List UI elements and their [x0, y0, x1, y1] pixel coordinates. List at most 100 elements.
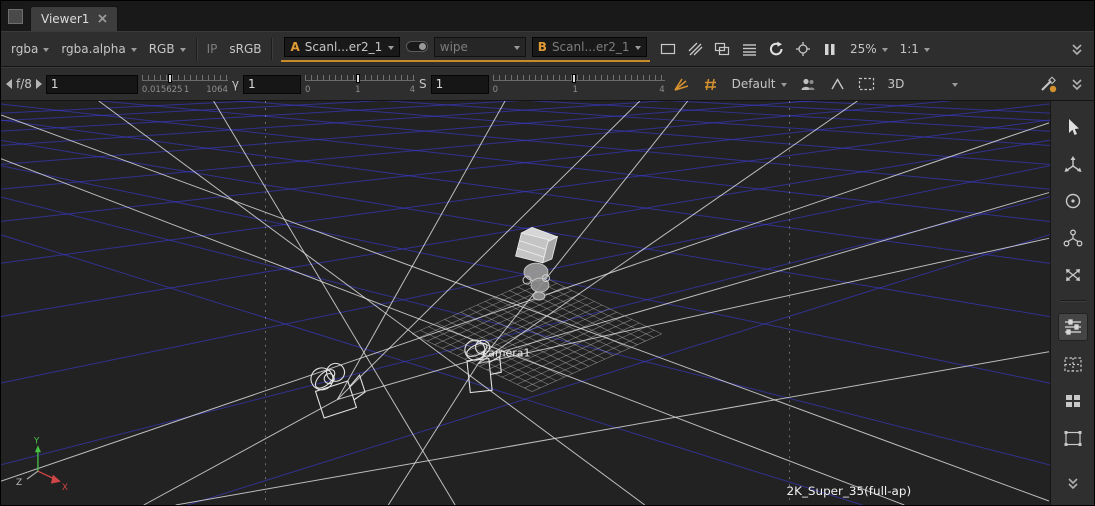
slider-min: 0 [493, 85, 498, 95]
pause-icon[interactable] [818, 37, 843, 62]
slider-labels: 0 1 4 [493, 85, 665, 95]
gain-slider[interactable]: 0.015625 1 1064 [142, 71, 228, 97]
axis-x-label: X [62, 483, 68, 493]
layer-dropdown[interactable]: rgba [6, 40, 54, 58]
slider-min: 0.015625 [142, 85, 183, 95]
tab-bar: Viewer1 [1, 1, 1094, 31]
gamma-input[interactable] [243, 75, 301, 94]
slider-handle[interactable] [356, 74, 360, 83]
roll-tool-icon[interactable] [1058, 187, 1088, 215]
panel-icon[interactable] [8, 9, 23, 24]
wipe-mode-dropdown[interactable]: wipe [434, 37, 526, 57]
refresh-icon[interactable] [764, 37, 789, 62]
viewer-process-dropdown[interactable]: sRGB [224, 40, 266, 58]
slider-max: 1064 [206, 85, 228, 95]
monitor-out-icon[interactable] [710, 37, 735, 62]
zoom-tool-icon[interactable] [1058, 261, 1088, 289]
frustum-rays [1, 101, 1049, 505]
fstop-label: f/8 [16, 77, 32, 91]
viewer-toolbar-top: rgba rgba.alpha RGB IP sRGB A Scanl...er… [1, 31, 1094, 67]
main-area: camera1 2K_Super_35(full-ap) Y X Z [1, 101, 1094, 505]
slider-max: 4 [410, 85, 415, 95]
tumble-tool-icon[interactable] [1058, 150, 1088, 178]
proxy-toggle-icon[interactable] [683, 37, 708, 62]
tab-close-icon[interactable] [98, 12, 107, 26]
layout-grid-icon[interactable] [1058, 350, 1088, 378]
pointer-tool-icon[interactable] [1058, 113, 1088, 141]
toggle-knob [419, 43, 426, 50]
alpha-dropdown[interactable]: rgba.alpha [56, 40, 141, 58]
slider-max: 4 [659, 85, 664, 95]
gain-input[interactable] [46, 75, 138, 94]
slider-track [142, 80, 228, 81]
collapse-chevron-icon[interactable] [1058, 469, 1088, 497]
format-label: 2K_Super_35(full-ap) [787, 484, 912, 498]
viewer-process-label: sRGB [229, 42, 261, 56]
prev-arrow-icon[interactable] [6, 79, 12, 89]
color-sampler-icon[interactable] [1035, 72, 1060, 97]
view-select-dropdown[interactable]: 3D [883, 75, 963, 93]
chevron-down-icon [131, 48, 137, 52]
buffer-b-value: Scanl...er2_1 [552, 40, 630, 54]
saturation-slider[interactable]: 0 1 4 [493, 71, 665, 97]
exposure-sliders-icon[interactable] [1058, 313, 1088, 341]
3d-light-icon[interactable] [669, 72, 694, 97]
tab-label: Viewer1 [41, 12, 89, 26]
gamma-symbol: γ [232, 77, 239, 91]
chevron-down-icon [781, 83, 787, 87]
slider-handle[interactable] [168, 74, 172, 83]
pixel-aspect-dropdown[interactable]: 1:1 [895, 40, 935, 58]
chevron-down-icon [952, 83, 958, 87]
divider [271, 38, 272, 60]
3d-scene[interactable]: camera1 2K_Super_35(full-ap) Y X Z [1, 101, 1050, 505]
gamma-slider[interactable]: 0 1 4 [305, 71, 415, 97]
wave-icon[interactable] [825, 72, 850, 97]
layer-dropdown-label: rgba [11, 42, 38, 56]
axis-z-label: Z [16, 478, 22, 488]
axis-y-label: Y [33, 436, 40, 446]
lut-dropdown[interactable]: Default [727, 75, 792, 93]
next-arrow-icon[interactable] [36, 79, 42, 89]
ab-buffer-group: A Scanl...er2_1 wipe B Scanl...er2_1 [281, 37, 649, 62]
slider-track [493, 80, 665, 81]
view-select-label: 3D [888, 77, 905, 91]
tab-viewer1[interactable]: Viewer1 [30, 6, 118, 31]
saturation-symbol: S [419, 77, 427, 91]
collapse-chevron-icon[interactable] [1064, 37, 1089, 62]
marquee-icon[interactable] [854, 72, 879, 97]
zoom-level-dropdown[interactable]: 25% [845, 40, 893, 58]
buffer-b-dropdown[interactable]: B Scanl...er2_1 [532, 37, 647, 57]
collapse-chevron-icon[interactable] [1064, 72, 1089, 97]
wipe-mode-label: wipe [440, 40, 468, 54]
buffer-a-value: Scanl...er2_1 [305, 40, 383, 54]
quad-view-icon[interactable] [1058, 387, 1088, 415]
saturation-input[interactable] [431, 75, 489, 94]
chevron-down-icon [43, 48, 49, 52]
grid-hash-icon[interactable] [698, 72, 723, 97]
channel-display-dropdown[interactable]: RGB [144, 40, 191, 58]
frame-view-icon[interactable] [1058, 424, 1088, 452]
wipe-toggle[interactable] [406, 41, 428, 52]
buffer-a-letter: A [290, 40, 299, 54]
slider-labels: 0 1 4 [305, 85, 415, 95]
format-box-icon[interactable] [656, 37, 681, 62]
occlusion-people-icon[interactable] [796, 72, 821, 97]
slider-mid: 1 [355, 85, 360, 95]
input-process-label: IP [207, 42, 218, 56]
3d-viewport[interactable]: camera1 2K_Super_35(full-ap) Y X Z [1, 101, 1050, 505]
slider-min: 0 [305, 85, 310, 95]
input-process-button[interactable]: IP [202, 40, 223, 58]
stereo-lines-icon[interactable] [737, 37, 762, 62]
chevron-down-icon [924, 48, 930, 52]
slider-handle[interactable] [572, 74, 576, 83]
camera-name-label: camera1 [482, 347, 530, 360]
roi-icon[interactable] [791, 37, 816, 62]
chevron-down-icon [388, 46, 394, 50]
divider [196, 38, 197, 60]
axis-gizmo: Y X Z [16, 436, 68, 493]
scene-tree-icon[interactable] [1058, 224, 1088, 252]
chevron-down-icon [882, 48, 888, 52]
buffer-a-dropdown[interactable]: A Scanl...er2_1 [284, 37, 399, 57]
zoom-level-label: 25% [850, 42, 877, 56]
slider-track [305, 80, 415, 81]
